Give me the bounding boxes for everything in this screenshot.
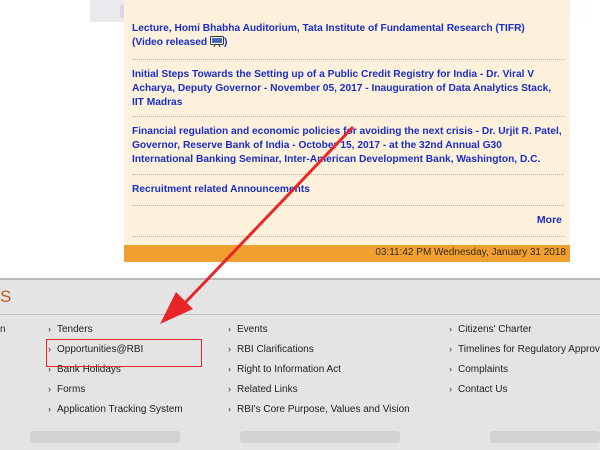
footer-link-label[interactable]: Citizens' Charter	[458, 324, 532, 335]
chevron-right-icon: ›	[48, 384, 51, 394]
footer-top-border	[0, 278, 600, 280]
footer-link-label[interactable]: Tenders	[57, 324, 93, 335]
chevron-right-icon: ›	[449, 324, 452, 334]
blurred-bottom-smudge	[30, 431, 180, 443]
news-separator	[132, 205, 564, 206]
more-link[interactable]: More	[537, 214, 562, 226]
chevron-right-icon: ›	[449, 384, 452, 394]
footer-link-related-links[interactable]: › Related Links	[228, 384, 298, 395]
footer-link-cut-off-hidden[interactable]: t	[0, 344, 3, 355]
news-separator	[132, 174, 564, 175]
footer-link-label[interactable]: RBI's Core Purpose, Values and Vision	[237, 404, 410, 415]
chevron-right-icon: ›	[449, 364, 452, 374]
footer-link-tenders[interactable]: › Tenders	[48, 324, 93, 335]
date-time-bar: 03:11:42 PM Wednesday, January 31 2018	[124, 245, 570, 262]
footer-link-label[interactable]: RBI Clarifications	[237, 344, 314, 355]
footer-link-rti-act[interactable]: › Right to Information Act	[228, 364, 341, 375]
footer-link-cut-off[interactable]: n	[0, 324, 6, 335]
chevron-right-icon: ›	[228, 384, 231, 394]
news-item-credit-registry[interactable]: Initial Steps Towards the Setting up of …	[132, 68, 564, 110]
footer-heading: S	[0, 287, 12, 306]
news-item-credit-registry-text[interactable]: Initial Steps Towards the Setting up of …	[132, 69, 551, 108]
footer-link-timelines[interactable]: › Timelines for Regulatory Approv	[449, 344, 600, 355]
news-item-lecture[interactable]: Lecture, Homi Bhabha Auditorium, Tata In…	[132, 22, 564, 50]
whats-new-panel: Lecture, Homi Bhabha Auditorium, Tata In…	[124, 0, 570, 262]
footer-link-label[interactable]: Application Tracking System	[57, 404, 183, 415]
footer-link-rbi-clarifications[interactable]: › RBI Clarifications	[228, 344, 314, 355]
chevron-right-icon: ›	[48, 324, 51, 334]
news-item-recruitment[interactable]: Recruitment related Announcements	[132, 183, 564, 197]
footer-link-forms[interactable]: › Forms	[48, 384, 85, 395]
news-separator	[132, 59, 564, 60]
chevron-right-icon: ›	[228, 324, 231, 334]
blurred-bottom-smudge	[240, 431, 400, 443]
video-released-label[interactable]: (Video released	[132, 37, 207, 48]
footer-link-events[interactable]: › Events	[228, 324, 268, 335]
footer-link-contact-us[interactable]: › Contact Us	[449, 384, 507, 395]
chevron-right-icon: ›	[228, 364, 231, 374]
footer-link-core-purpose[interactable]: › RBI's Core Purpose, Values and Vision	[228, 404, 410, 415]
tv-icon[interactable]	[209, 36, 224, 47]
footer-divider	[0, 314, 600, 315]
news-item-lecture-text[interactable]: Lecture, Homi Bhabha Auditorium, Tata In…	[132, 23, 525, 34]
footer-link-label[interactable]: Right to Information Act	[237, 364, 341, 375]
chevron-right-icon: ›	[228, 404, 231, 414]
video-released-close: )	[223, 37, 228, 48]
blurred-bottom-smudge	[490, 431, 600, 443]
chevron-right-icon: ›	[449, 344, 452, 354]
highlight-box	[46, 339, 202, 367]
news-item-recruitment-text[interactable]: Recruitment related Announcements	[132, 184, 310, 195]
footer-link-label[interactable]: Contact Us	[458, 384, 507, 395]
footer-link-label[interactable]: Forms	[57, 384, 85, 395]
chevron-right-icon: ›	[228, 344, 231, 354]
footer-link-label[interactable]: Related Links	[237, 384, 298, 395]
news-separator	[132, 236, 564, 237]
footer-link-label[interactable]: Complaints	[458, 364, 508, 375]
footer-link-citizens-charter[interactable]: › Citizens' Charter	[449, 324, 532, 335]
footer-link-label[interactable]: Timelines for Regulatory Approv	[458, 344, 600, 355]
footer-link-label[interactable]: Events	[237, 324, 268, 335]
news-separator	[132, 116, 564, 117]
footer-link-application-tracking[interactable]: › Application Tracking System	[48, 404, 183, 415]
footer-link-complaints[interactable]: › Complaints	[449, 364, 508, 375]
current-timestamp: 03:11:42 PM Wednesday, January 31 2018	[375, 247, 566, 258]
news-item-financial-regulation[interactable]: Financial regulation and economic polici…	[132, 125, 564, 167]
chevron-right-icon: ›	[48, 404, 51, 414]
news-item-financial-regulation-text[interactable]: Financial regulation and economic polici…	[132, 126, 562, 165]
